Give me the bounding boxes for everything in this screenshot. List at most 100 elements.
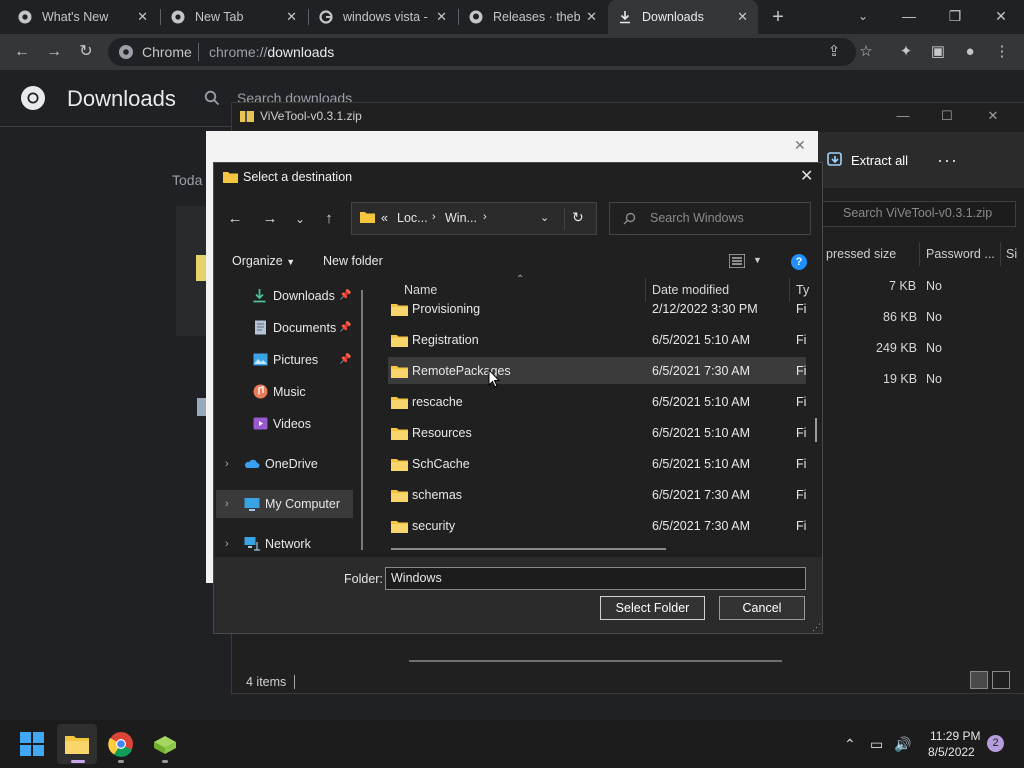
dialog-title: Select a destination — [243, 170, 353, 184]
close-icon[interactable]: ✕ — [586, 9, 597, 25]
nav-item-network[interactable]: Network — [265, 537, 311, 551]
nav-item-music[interactable]: Music — [273, 385, 306, 399]
file-name[interactable]: Registration — [412, 333, 479, 347]
nav-scrollbar[interactable] — [361, 290, 363, 550]
minimize-button[interactable]: — — [880, 104, 926, 128]
tiles-view-icon[interactable] — [992, 671, 1010, 689]
notification-badge[interactable]: 2 — [987, 735, 1004, 752]
column-divider — [645, 278, 646, 302]
resize-grip-icon[interactable]: ⋰ — [812, 622, 821, 633]
file-list-horizontal-scrollbar[interactable] — [391, 548, 666, 550]
forward-icon[interactable]: → — [42, 40, 66, 64]
close-icon[interactable]: ✕ — [436, 9, 447, 25]
chevron-right-icon[interactable]: › — [225, 458, 229, 470]
nav-item-downloads[interactable]: Downloads — [273, 289, 335, 303]
site-chip[interactable]: Chrome — [142, 44, 192, 60]
chrome-icon — [18, 10, 32, 24]
recent-locations-icon[interactable]: ⌄ — [289, 209, 311, 229]
file-name[interactable]: security — [412, 519, 455, 533]
breadcrumb-windows[interactable]: Win... — [445, 211, 477, 225]
select-folder-button[interactable]: Select Folder — [600, 596, 705, 620]
side-panel-icon[interactable]: ▣ — [928, 42, 948, 62]
menu-kebab-icon[interactable]: ⋮ — [992, 42, 1012, 62]
file-name[interactable]: schemas — [412, 488, 462, 502]
clock-time[interactable]: 11:29 PM — [930, 729, 980, 743]
show-hidden-icons-icon[interactable]: ⌃ — [844, 736, 856, 753]
close-icon[interactable]: ✕ — [794, 137, 806, 154]
help-icon[interactable]: ? — [791, 254, 807, 270]
column-type[interactable]: Ty — [796, 283, 809, 297]
breadcrumb-local-disk[interactable]: Loc... — [397, 211, 428, 225]
reload-icon[interactable]: ↻ — [74, 40, 98, 64]
close-icon[interactable]: ✕ — [737, 9, 748, 25]
close-icon[interactable]: ✕ — [137, 9, 148, 25]
refresh-icon[interactable]: ↻ — [572, 209, 584, 226]
network-icon — [244, 536, 260, 551]
tab-new-tab[interactable]: New Tab ✕ — [161, 0, 307, 34]
url-prefix: chrome:// — [209, 44, 268, 60]
tab-search-icon[interactable]: ⌄ — [840, 0, 886, 34]
restore-button[interactable]: ❐ — [932, 0, 978, 34]
start-button-icon[interactable] — [18, 730, 46, 758]
caret-down-icon[interactable]: ▼ — [753, 255, 762, 265]
chevron-right-icon[interactable]: › — [225, 538, 229, 550]
minimize-button[interactable]: — — [886, 0, 932, 34]
search-icon[interactable] — [204, 90, 220, 106]
nav-item-my-computer[interactable]: My Computer — [265, 497, 340, 511]
details-view-icon[interactable] — [970, 671, 988, 689]
tab-releases[interactable]: Releases · thebo ✕ — [459, 0, 607, 34]
chrome-taskbar-icon[interactable] — [107, 730, 135, 758]
maximize-button[interactable]: ☐ — [924, 104, 970, 128]
file-name[interactable]: rescache — [412, 395, 463, 409]
back-icon[interactable]: ← — [10, 40, 34, 64]
column-compressed-size[interactable]: pressed size — [826, 247, 896, 261]
column-name[interactable]: Name — [404, 283, 437, 297]
chevron-down-icon[interactable]: ⌄ — [540, 211, 549, 224]
column-password[interactable]: Password ... — [926, 247, 995, 261]
horizontal-scrollbar[interactable] — [409, 660, 782, 662]
file-explorer-icon[interactable] — [63, 730, 91, 758]
close-icon[interactable]: ✕ — [286, 9, 297, 25]
volume-icon[interactable]: 🔊 — [894, 736, 911, 753]
view-options-icon[interactable] — [728, 253, 746, 269]
new-folder-button[interactable]: New folder — [323, 254, 383, 268]
app-taskbar-icon[interactable] — [151, 730, 179, 758]
bookmark-star-icon[interactable]: ☆ — [856, 42, 876, 62]
file-name[interactable]: SchCache — [412, 457, 470, 471]
close-icon[interactable]: ✕ — [800, 166, 813, 186]
close-window-button[interactable]: ✕ — [978, 0, 1024, 34]
nav-item-pictures[interactable]: Pictures — [273, 353, 318, 367]
back-icon[interactable]: ← — [224, 209, 246, 229]
extensions-icon[interactable]: ✦ — [896, 42, 916, 62]
extract-all-button[interactable]: Extract all — [851, 153, 908, 168]
nav-item-documents[interactable]: Documents — [273, 321, 336, 335]
chevron-right-icon[interactable]: › — [225, 498, 229, 510]
new-tab-button[interactable]: + — [766, 5, 790, 29]
tab-downloads[interactable]: Downloads ✕ — [608, 0, 758, 34]
nav-item-onedrive[interactable]: OneDrive — [265, 457, 318, 471]
display-icon[interactable]: ▭ — [870, 736, 883, 753]
close-window-button[interactable]: ✕ — [970, 104, 1016, 128]
tab-whats-new[interactable]: What's New ✕ — [8, 0, 158, 34]
share-icon[interactable]: ⇪ — [824, 42, 844, 62]
folder-name-field[interactable] — [385, 567, 806, 590]
forward-icon[interactable]: → — [259, 209, 281, 229]
cancel-button[interactable]: Cancel — [719, 596, 805, 620]
folder-label: Folder: — [344, 572, 383, 586]
file-name[interactable]: Resources — [412, 426, 472, 440]
nav-item-videos[interactable]: Videos — [273, 417, 311, 431]
url-text[interactable]: chrome://downloads — [209, 44, 334, 60]
file-list-scrollbar[interactable] — [815, 418, 817, 442]
more-options-button[interactable]: ··· — [937, 150, 958, 171]
column-date-modified[interactable]: Date modified — [652, 283, 729, 297]
folder-icon — [360, 211, 375, 223]
file-name[interactable]: Provisioning — [412, 302, 480, 316]
tab-google-search[interactable]: windows vista - ✕ — [309, 0, 457, 34]
profile-icon[interactable]: ● — [960, 42, 980, 62]
column-size[interactable]: Si — [1006, 247, 1017, 261]
up-folder-icon[interactable]: ↑ — [318, 209, 340, 229]
file-type: Fi — [796, 488, 807, 502]
organize-menu[interactable]: Organize ▼ — [232, 254, 295, 268]
explorer-search-placeholder: Search ViVeTool-v0.3.1.zip — [843, 206, 993, 220]
clock-date[interactable]: 8/5/2022 — [928, 745, 975, 759]
